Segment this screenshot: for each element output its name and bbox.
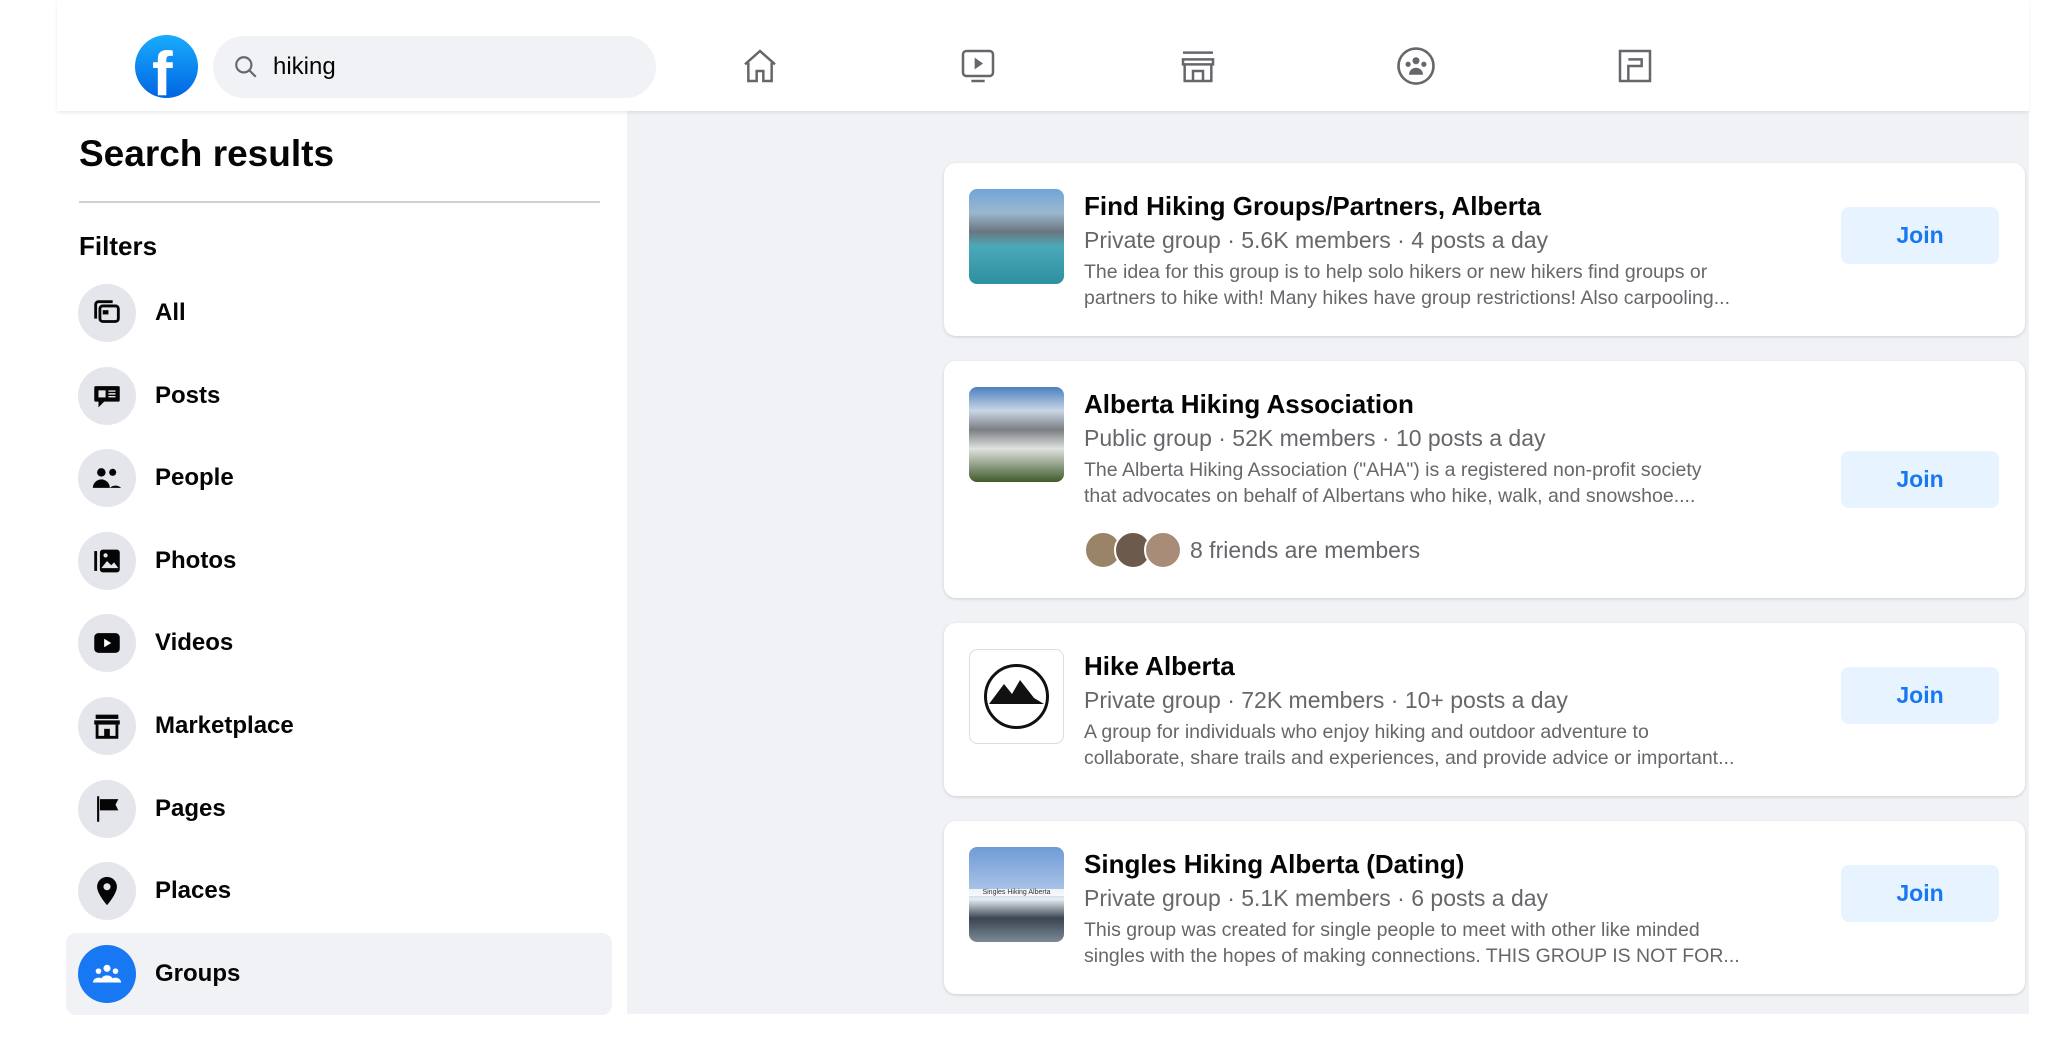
group-result-card[interactable]: Alberta Hiking Association Public group … xyxy=(944,361,2025,598)
group-result-card[interactable]: Singles Hiking Alberta Singles Hiking Al… xyxy=(944,821,2025,994)
group-thumbnail[interactable] xyxy=(969,387,1064,482)
group-thumbnail[interactable]: Singles Hiking Alberta xyxy=(969,847,1064,942)
pages-icon xyxy=(78,779,136,838)
group-description-line: singles with the hopes of making connect… xyxy=(1084,945,1740,967)
group-result-card[interactable]: Hike Alberta Private group · 72K members… xyxy=(944,623,2025,796)
group-description-line: that advocates on behalf of Albertans wh… xyxy=(1084,485,1696,507)
thumb-caption: Singles Hiking Alberta xyxy=(969,889,1064,896)
divider xyxy=(79,201,600,203)
filter-pages[interactable]: Pages xyxy=(66,768,612,850)
join-button[interactable]: Join xyxy=(1841,451,1999,508)
filter-label: Places xyxy=(155,877,232,905)
group-meta: Public group · 52K members · 10 posts a … xyxy=(1084,425,1546,451)
filter-label: Marketplace xyxy=(155,712,294,739)
filter-posts[interactable]: Posts xyxy=(66,355,612,437)
group-thumbnail[interactable] xyxy=(969,189,1064,284)
group-description-line: The idea for this group is to help solo … xyxy=(1084,261,1708,283)
filter-label: Photos xyxy=(155,546,237,574)
video-icon xyxy=(961,49,995,83)
filter-label: All xyxy=(155,299,186,326)
filter-all[interactable]: All xyxy=(66,272,612,354)
nav-watch[interactable] xyxy=(956,44,1000,88)
nav-marketplace[interactable] xyxy=(1176,44,1220,88)
search-filters-sidebar: Search results Filters All Posts People Pho… xyxy=(57,111,627,1015)
home-icon xyxy=(744,49,776,83)
join-button[interactable]: Join xyxy=(1841,865,1999,922)
group-description-line: A group for individuals who enjoy hiking… xyxy=(1084,721,1649,743)
filter-label: Videos xyxy=(155,629,234,657)
filters-heading: Filters xyxy=(79,231,158,261)
nav-home[interactable] xyxy=(738,44,782,88)
places-icon xyxy=(78,862,136,921)
all-icon xyxy=(78,284,136,342)
group-meta: Private group · 5.6K members · 4 posts a… xyxy=(1084,227,1549,253)
group-meta: Private group · 5.1K members · 6 posts a… xyxy=(1084,885,1549,911)
top-nav-bar: f hiking xyxy=(57,0,2029,111)
nav-gaming[interactable] xyxy=(1613,44,1657,88)
group-title[interactable]: Alberta Hiking Association xyxy=(1084,387,1804,421)
filter-photos[interactable]: Photos xyxy=(66,520,612,602)
filter-label: Posts xyxy=(155,381,221,409)
people-icon xyxy=(78,449,136,508)
group-title[interactable]: Singles Hiking Alberta (Dating) xyxy=(1084,847,1804,881)
groups-icon xyxy=(1397,47,1435,85)
group-description-line: partners to hike with! Many hikes have g… xyxy=(1084,287,1730,309)
videos-icon xyxy=(78,614,136,673)
search-query[interactable]: hiking xyxy=(273,53,336,81)
group-description-line: collaborate, share trails and experience… xyxy=(1084,747,1735,769)
search-icon xyxy=(235,56,257,78)
marketplace-icon xyxy=(78,697,136,755)
group-title[interactable]: Find Hiking Groups/Partners, Alberta xyxy=(1084,189,1804,223)
avatar xyxy=(1144,531,1182,569)
group-thumbnail[interactable] xyxy=(969,649,1064,744)
group-description-line: The Alberta Hiking Association ("AHA") i… xyxy=(1084,459,1702,481)
filter-videos[interactable]: Videos xyxy=(66,602,612,684)
filter-label: People xyxy=(155,464,234,492)
join-button[interactable]: Join xyxy=(1841,207,1999,264)
results-area: Find Hiking Groups/Partners, Alberta Pri… xyxy=(627,111,2029,1014)
filter-label: Groups xyxy=(155,959,241,987)
posts-icon xyxy=(78,366,136,425)
search-input[interactable]: hiking xyxy=(213,36,656,98)
page-title: Search results xyxy=(79,133,335,174)
groups-icon xyxy=(78,944,136,1003)
group-meta: Private group · 72K members · 10+ posts … xyxy=(1084,687,1568,713)
filter-groups[interactable]: Groups xyxy=(66,932,612,1015)
group-description-line: This group was created for single people… xyxy=(1084,919,1700,941)
facebook-logo[interactable]: f xyxy=(135,35,198,98)
gaming-icon xyxy=(1618,49,1652,83)
photos-icon xyxy=(78,531,136,590)
join-button[interactable]: Join xyxy=(1841,667,1999,724)
filter-label: Pages xyxy=(155,794,226,822)
marketplace-icon xyxy=(1181,51,1215,83)
filter-people[interactable]: People xyxy=(66,437,612,519)
friends-text: 8 friends are members xyxy=(1190,536,1421,563)
filter-marketplace[interactable]: Marketplace xyxy=(66,685,612,767)
group-title[interactable]: Hike Alberta xyxy=(1084,649,1804,683)
group-result-card[interactable]: Find Hiking Groups/Partners, Alberta Pri… xyxy=(944,163,2025,336)
friends-members[interactable]: 8 friends are members xyxy=(1084,531,1804,569)
filter-places[interactable]: Places xyxy=(66,850,612,932)
nav-groups[interactable] xyxy=(1394,44,1438,88)
